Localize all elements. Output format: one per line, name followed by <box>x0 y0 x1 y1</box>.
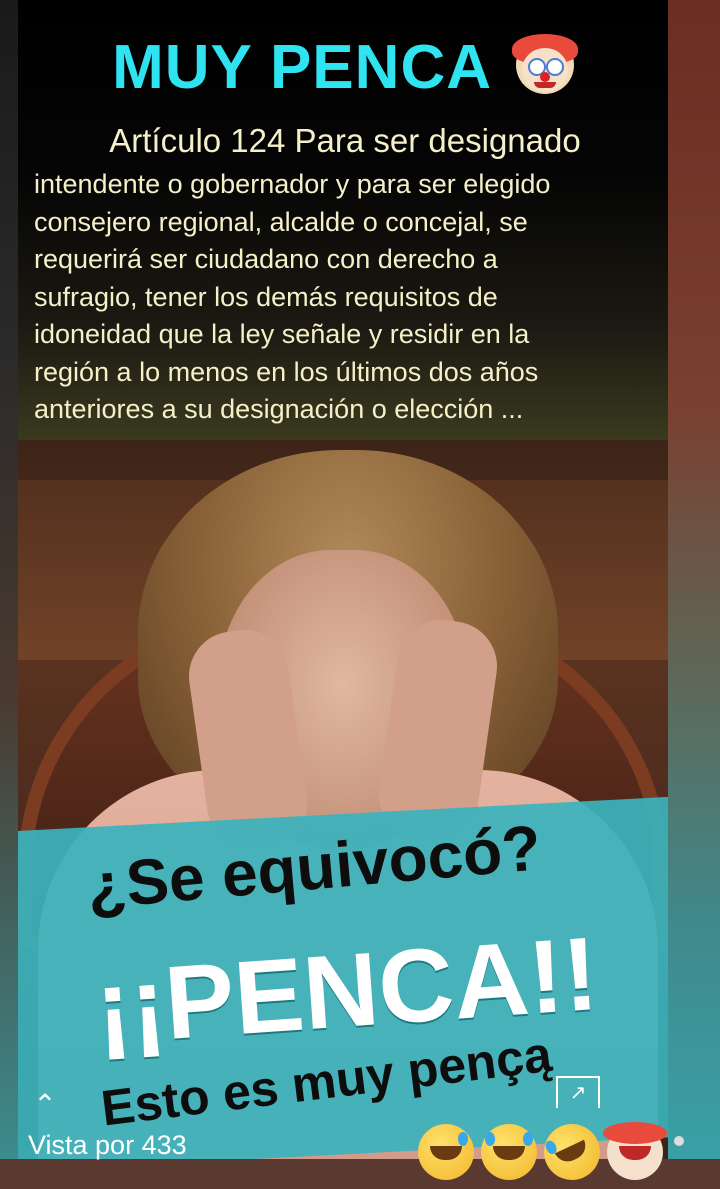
story-title: MUY PENCA <box>18 32 668 103</box>
article-text: Artículo 124 Para ser designado intenden… <box>30 122 660 429</box>
article-line: requerirá ser ciudadano con derecho a <box>34 244 498 274</box>
article-line: anteriores a su designación o elección .… <box>34 394 524 424</box>
article-line: intendente o gobernador y para ser elegi… <box>34 169 551 199</box>
views-count[interactable]: Vista por 433 <box>28 1130 187 1161</box>
clown-face-icon <box>511 34 578 94</box>
page-dot <box>674 1136 684 1146</box>
background-left-strip <box>0 0 18 1159</box>
article-line: idoneidad que la ley señale y residir en… <box>34 319 530 349</box>
chevron-up-icon[interactable]: ⌃ <box>30 1091 60 1119</box>
reaction-bar <box>418 1114 668 1189</box>
sweat-smile-emoji-icon[interactable] <box>418 1124 474 1180</box>
title-text: MUY PENCA <box>112 33 490 102</box>
expand-icon[interactable]: ↗ <box>556 1076 600 1108</box>
story-header: MUY PENCA Artículo 124 Para ser designad… <box>18 0 668 440</box>
rofl-emoji-icon[interactable] <box>534 1114 610 1189</box>
article-line: sufragio, tener los demás requisitos de <box>34 281 498 312</box>
background-right-strip <box>668 0 720 1159</box>
clown-emoji-icon[interactable] <box>603 1122 668 1180</box>
article-heading: Artículo 124 Para ser designado <box>109 122 581 159</box>
article-line: región a lo menos en los últimos dos año… <box>34 356 539 387</box>
joy-emoji-icon[interactable] <box>481 1124 538 1180</box>
article-line: consejero regional, alcalde o concejal, … <box>34 206 528 237</box>
story-image[interactable]: MUY PENCA Artículo 124 Para ser designad… <box>18 0 668 1159</box>
